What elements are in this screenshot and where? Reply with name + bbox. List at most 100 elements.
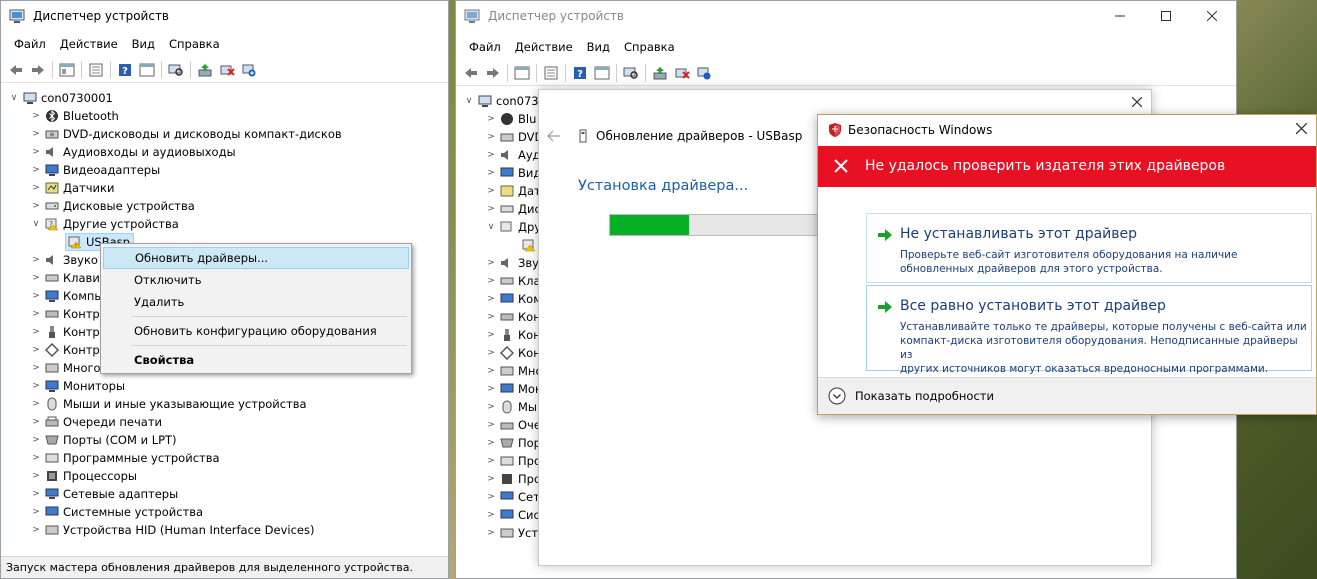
tree-item[interactable]: > Программные устройства [29, 449, 219, 467]
tree-item[interactable]: > Про [484, 470, 541, 488]
maximize-button[interactable] [1143, 1, 1189, 31]
title-bar[interactable]: Диспетчер устройств [1, 1, 448, 31]
tree-item[interactable]: > Про [484, 452, 541, 470]
help-icon[interactable]: ? [114, 59, 136, 81]
chevron-right-icon[interactable]: > [29, 255, 43, 265]
chevron-right-icon[interactable]: > [484, 258, 498, 268]
menu-item-uninstall[interactable]: Удалить [103, 291, 409, 313]
close-button[interactable] [1189, 1, 1235, 31]
tree-item[interactable]: > Оче [484, 416, 541, 434]
menu-action[interactable]: Действие [53, 37, 125, 51]
tree-item[interactable]: > Ауд [484, 146, 540, 164]
chevron-right-icon[interactable]: > [29, 309, 43, 319]
tree-item[interactable]: > Уст [484, 524, 538, 542]
chevron-right-icon[interactable]: > [29, 291, 43, 301]
chevron-down-icon[interactable]: ∨ [462, 96, 476, 106]
chevron-right-icon[interactable]: > [29, 165, 43, 175]
tree-item[interactable]: > Контр [29, 341, 100, 359]
chevron-down-icon[interactable]: ∨ [29, 219, 43, 229]
tree-item[interactable]: > Дисковые устройства [29, 197, 195, 215]
tree-item[interactable]: ∨? Другие устройства [29, 215, 179, 233]
chevron-right-icon[interactable]: > [29, 147, 43, 157]
chevron-right-icon[interactable]: > [484, 114, 498, 124]
menu-help[interactable]: Справка [617, 40, 682, 54]
tree-item[interactable]: > Много [29, 359, 100, 377]
tree-item[interactable]: > Пор [484, 434, 541, 452]
chevron-right-icon[interactable]: > [29, 471, 43, 481]
minimize-button[interactable] [1097, 1, 1143, 31]
chevron-right-icon[interactable]: > [29, 111, 43, 121]
tree-item[interactable]: > Мы [484, 398, 537, 416]
tree-item[interactable]: > Звуко [29, 251, 98, 269]
chevron-right-icon[interactable]: > [29, 417, 43, 427]
chevron-right-icon[interactable]: > [29, 327, 43, 337]
back-arrow-icon[interactable] [547, 130, 561, 142]
chevron-right-icon[interactable]: > [29, 489, 43, 499]
tree-item[interactable]: > Мыши и иные указывающие устройства [29, 395, 306, 413]
tree-item[interactable]: > Кон [484, 344, 541, 362]
menu-item-disable[interactable]: Отключить [103, 269, 409, 291]
uninstall-icon[interactable] [216, 59, 238, 81]
tree-item[interactable]: > Сис [484, 506, 540, 524]
tree-item[interactable]: > Контр [29, 323, 100, 341]
tree-item[interactable]: > Сет [484, 488, 540, 506]
show-details-toggle[interactable]: Показать подробности [828, 387, 994, 405]
menu-action[interactable]: Действие [508, 40, 580, 54]
tree-item[interactable]: > Сетевые адаптеры [29, 485, 178, 503]
back-icon[interactable] [5, 59, 27, 81]
chevron-right-icon[interactable]: > [484, 348, 498, 358]
help-icon[interactable]: ? [569, 62, 591, 84]
tree-item[interactable]: > Blu [484, 110, 536, 128]
tree-item[interactable]: > Устройства HID (Human Interface Devices… [29, 521, 314, 539]
disable-icon[interactable] [238, 59, 260, 81]
chevron-right-icon[interactable]: > [484, 312, 498, 322]
disable-icon[interactable] [693, 62, 715, 84]
chevron-right-icon[interactable]: > [484, 132, 498, 142]
menu-help[interactable]: Справка [162, 37, 227, 51]
scan-hardware-icon[interactable] [620, 62, 642, 84]
chevron-right-icon[interactable]: > [484, 150, 498, 160]
tree-item[interactable]: > Порты (COM и LPT) [29, 431, 176, 449]
menu-item-scan-hardware[interactable]: Обновить конфигурацию оборудования [103, 320, 409, 342]
menu-item-update-drivers[interactable]: Обновить драйверы... [103, 247, 409, 269]
close-button[interactable] [1292, 119, 1310, 137]
tree-item[interactable]: > Контр [29, 305, 100, 323]
menu-file[interactable]: Файл [462, 40, 508, 54]
menu-item-properties[interactable]: Свойства [103, 349, 409, 371]
tree-item[interactable]: > Ком [484, 290, 542, 308]
menu-file[interactable]: Файл [7, 37, 53, 51]
tree-root[interactable]: ∨ con0730001 [7, 89, 113, 107]
option-dont-install[interactable]: Не устанавливать этот драйвер Проверьте … [866, 213, 1312, 283]
chevron-right-icon[interactable]: > [484, 456, 498, 466]
tree-item[interactable]: > Bluetooth [29, 107, 119, 125]
tree-item[interactable]: > Системные устройства [29, 503, 203, 521]
tree-item-usbasp[interactable] [520, 236, 540, 254]
tree-item[interactable]: > Мно [484, 362, 542, 380]
tree-item[interactable]: > Мон [484, 380, 542, 398]
chevron-right-icon[interactable]: > [29, 363, 43, 373]
tree-item[interactable]: > Аудиовходы и аудиовыходы [29, 143, 235, 161]
scan-hardware-icon[interactable] [165, 59, 187, 81]
back-icon[interactable] [460, 62, 482, 84]
chevron-right-icon[interactable]: > [29, 183, 43, 193]
chevron-right-icon[interactable]: > [484, 510, 498, 520]
chevron-right-icon[interactable]: > [484, 474, 498, 484]
chevron-right-icon[interactable]: > [484, 528, 498, 538]
menu-view[interactable]: Вид [125, 37, 162, 51]
menu-view[interactable]: Вид [580, 40, 617, 54]
tree-item[interactable]: > DVD-дисководы и дисководы компакт-диско… [29, 125, 341, 143]
details-icon[interactable] [85, 59, 107, 81]
chevron-right-icon[interactable]: > [484, 384, 498, 394]
chevron-right-icon[interactable]: > [29, 525, 43, 535]
update-driver-icon[interactable] [194, 59, 216, 81]
forward-icon[interactable] [27, 59, 49, 81]
view-icon[interactable] [591, 62, 613, 84]
tree-item[interactable]: > Вид [484, 164, 541, 182]
tree-item[interactable]: > DVD [484, 128, 543, 146]
chevron-down-icon[interactable]: ∨ [484, 222, 498, 232]
chevron-right-icon[interactable]: > [484, 420, 498, 430]
properties-icon[interactable] [56, 59, 78, 81]
update-driver-icon[interactable] [649, 62, 671, 84]
chevron-right-icon[interactable]: > [484, 402, 498, 412]
chevron-right-icon[interactable]: > [484, 204, 498, 214]
